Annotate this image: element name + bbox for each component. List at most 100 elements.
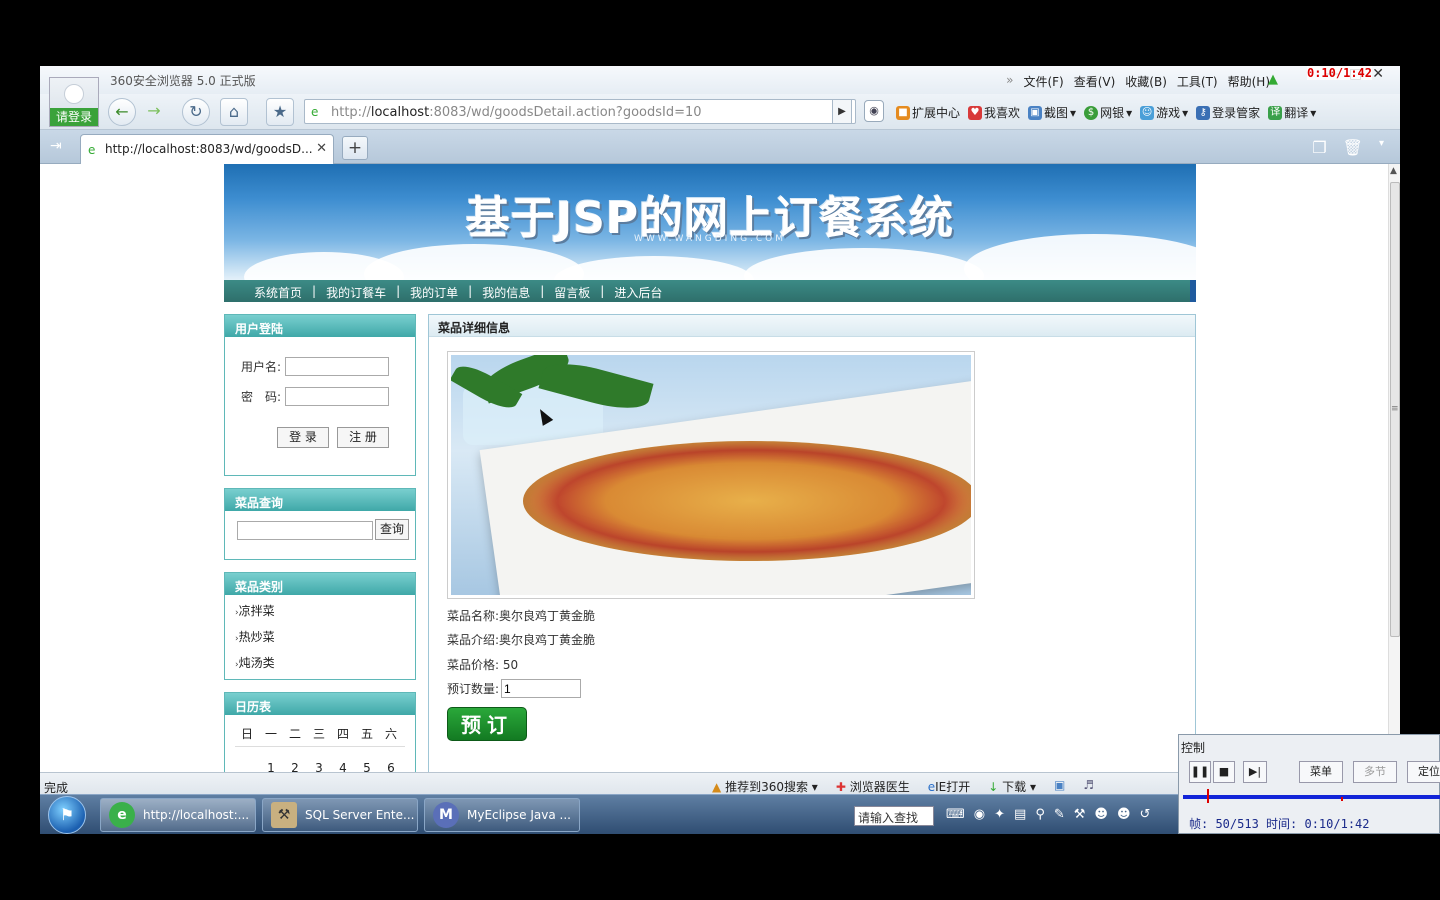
arrow-tray-icon[interactable]: ↺ (1140, 807, 1151, 822)
scroll-up-icon[interactable]: ▲ (1390, 166, 1397, 176)
nav-guestbook[interactable]: 留言板 (554, 284, 590, 301)
close-icon[interactable]: ✕ (1372, 66, 1384, 82)
refresh-icon[interactable]: ↻ (182, 98, 210, 126)
back-arrow-icon[interactable]: ← (108, 98, 136, 126)
scroll-grip-icon: ≡ (1391, 404, 1399, 414)
login-manager-button[interactable]: ⚷ 登录管家 (1196, 104, 1260, 121)
player-menu-button[interactable]: 菜单 (1299, 761, 1343, 783)
next-frame-icon[interactable]: ▶| (1243, 761, 1267, 783)
screenshot-button[interactable]: ▣ 截图 ▾ (1028, 104, 1076, 121)
calendar-day[interactable]: 6 (379, 761, 403, 772)
vertical-scrollbar[interactable]: ▲ ≡ (1388, 164, 1400, 772)
register-button[interactable]: 注 册 (337, 427, 389, 448)
nav-orders[interactable]: 我的订单 (410, 284, 458, 301)
calendar-day[interactable]: 1 (259, 761, 283, 772)
menu-file[interactable]: 文件(F) (1023, 73, 1063, 90)
extensions-button[interactable]: ■ 扩展中心 (896, 104, 960, 121)
weekday-label: 六 (384, 727, 397, 741)
menu-help[interactable]: 帮助(H) (1228, 73, 1270, 90)
ie-open-button[interactable]: eIE打开 (928, 778, 971, 795)
dish-photo (447, 351, 975, 599)
login-prompt[interactable]: 请登录 (50, 108, 98, 126)
calendar-day[interactable]: 4 (331, 761, 355, 772)
nav-cart[interactable]: 我的订餐车 (326, 284, 386, 301)
calendar-day[interactable]: 2 (283, 761, 307, 772)
restore-tabs-icon[interactable]: ❐ (1312, 138, 1326, 157)
nav-home[interactable]: 系统首页 (254, 284, 302, 301)
playback-track[interactable] (1183, 795, 1440, 799)
address-url[interactable]: http://localhost:8083/wd/goodsDetail.act… (331, 105, 702, 120)
favorite-star-icon[interactable]: ★ (266, 98, 294, 126)
task-sql-server[interactable]: ⚒ SQL Server Ente... (262, 798, 418, 832)
user-avatar[interactable]: 请登录 (49, 77, 99, 127)
browser-window: 360安全浏览器 5.0 正式版 » 文件(F) 查看(V) 收藏(B) 工具(… (40, 66, 1400, 834)
login-button[interactable]: 登 录 (277, 427, 329, 448)
navigation-bar: ← → ↻ ⌂ ★ e http://localhost:8083/wd/goo… (40, 94, 1400, 130)
menu-view[interactable]: 查看(V) (1074, 73, 1116, 90)
password-input[interactable] (285, 387, 390, 406)
bird-icon[interactable]: ✦ (994, 807, 1005, 822)
search-button[interactable]: 查询 (375, 519, 409, 540)
player-locate-button[interactable]: 定位 (1407, 761, 1440, 783)
search-input[interactable] (237, 521, 373, 540)
recommend-search-button[interactable]: ▲ 推荐到360搜索 ▾ (712, 778, 818, 795)
go-icon[interactable]: ▶ (832, 99, 852, 124)
stop-icon[interactable]: ■ (1213, 761, 1235, 783)
playback-position[interactable] (1207, 789, 1209, 803)
qq-icon[interactable]: ☻ (1117, 807, 1131, 822)
download-button[interactable]: ↓ 下载 ▾ (988, 778, 1036, 795)
games-button[interactable]: ☺ 游戏 ▾ (1140, 104, 1188, 121)
calendar-day[interactable]: 3 (307, 761, 331, 772)
sidebar-toggle-icon[interactable]: ⇥ (50, 138, 62, 154)
start-button[interactable]: ⚑ (48, 796, 86, 834)
trash-dropdown-icon[interactable]: ▾ (1379, 138, 1384, 157)
translate-button[interactable]: 译翻译 ▾ (1268, 104, 1316, 121)
quantity-input[interactable] (501, 679, 582, 698)
window-icon[interactable]: ▣ (1054, 778, 1065, 795)
pause-icon[interactable]: ❚❚ (1189, 761, 1211, 783)
sql-server-icon: ⚒ (271, 802, 297, 828)
pen-icon[interactable]: ✎ (1054, 807, 1065, 822)
trash-icon[interactable]: 🗑 (1343, 138, 1363, 157)
home-icon[interactable]: ⌂ (220, 98, 248, 126)
qq-icon[interactable]: ☻ (1094, 807, 1108, 822)
login-panel-title: 用户登陆 (225, 315, 415, 337)
nav-profile[interactable]: 我的信息 (482, 284, 530, 301)
forward-arrow-icon[interactable]: → (140, 98, 168, 126)
category-item[interactable]: ›炖汤类 (225, 651, 415, 677)
tab-goods-detail[interactable]: e http://localhost:8083/wd/goodsD... ✕ (80, 134, 334, 164)
speaker-icon[interactable]: ♬ (1083, 778, 1094, 795)
new-tab-button[interactable]: + (342, 136, 368, 160)
player-multi-button[interactable]: 多节 (1353, 761, 1397, 783)
network-icon[interactable]: ▤ (1014, 807, 1026, 822)
order-button[interactable]: 预订 (447, 707, 527, 741)
heart-icon: ♥ (968, 105, 983, 120)
extensions-icon: ■ (896, 105, 910, 120)
menu-tools[interactable]: 工具(T) (1177, 73, 1218, 90)
category-panel: 菜品类别 ›凉拌菜 ›热炒菜 ›炖汤类 (224, 572, 416, 680)
browser-doctor-button[interactable]: ✚ 浏览器医生 (836, 778, 910, 795)
task-browser[interactable]: e http://localhost:... (100, 798, 256, 832)
address-bar[interactable]: e http://localhost:8083/wd/goodsDetail.a… (304, 99, 856, 124)
menu-favorites[interactable]: 收藏(B) (1125, 73, 1167, 90)
password-label: 密 码: (241, 390, 282, 404)
search-icon[interactable]: ⚲ (1035, 807, 1045, 822)
bank-button[interactable]: $ 网银 ▾ (1084, 104, 1132, 121)
avatar-icon (64, 84, 84, 104)
close-tab-icon[interactable]: ✕ (316, 141, 327, 156)
windows-logo-icon: ⚑ (59, 805, 75, 824)
taskbar-search-input[interactable]: 请输入查找 (854, 806, 934, 826)
category-item[interactable]: ›热炒菜 (225, 625, 415, 651)
category-item[interactable]: ›凉拌菜 (225, 599, 415, 625)
keyboard-icon[interactable]: ⌨ (946, 807, 965, 822)
tool-icon[interactable]: ⚒ (1074, 807, 1086, 822)
calendar-day[interactable]: 5 (355, 761, 379, 772)
username-input[interactable] (285, 357, 390, 376)
security-shield-icon[interactable]: ◉ (864, 100, 884, 122)
skin-icon[interactable]: ▲ (1268, 72, 1278, 87)
shield-tray-icon[interactable]: ◉ (974, 807, 985, 822)
likes-button[interactable]: ♥ 我喜欢 (968, 104, 1020, 121)
task-myeclipse[interactable]: M MyEclipse Java ... (424, 798, 580, 832)
more-chevron-icon[interactable]: » (1006, 73, 1013, 90)
nav-admin[interactable]: 进入后台 (614, 284, 662, 301)
